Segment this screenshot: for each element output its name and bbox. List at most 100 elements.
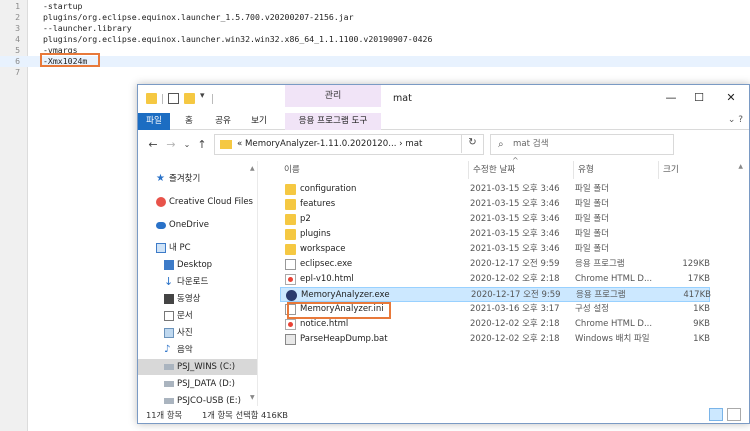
editor-line[interactable]: 3 --launcher.library: [0, 23, 750, 34]
file-list-scrollbar[interactable]: ▲: [725, 161, 747, 406]
tab-home[interactable]: 홈: [178, 113, 200, 130]
nav-item-downloads[interactable]: ↓ 다운로드: [138, 274, 257, 290]
nav-label: 사진: [177, 328, 193, 338]
file-icon: [285, 259, 296, 270]
file-row[interactable]: epl-v10.html 2020-12-02 오후 2:18 Chrome H…: [280, 272, 710, 287]
nav-item-pictures[interactable]: 사진: [138, 325, 257, 341]
nav-item-onedrive[interactable]: OneDrive: [138, 217, 257, 233]
file-date: 2021-03-15 오후 3:46: [470, 199, 560, 209]
video-icon: [164, 294, 174, 304]
ribbon-tabs: 파일 홈 공유 보기 응용 프로그램 도구 ⌄ ?: [138, 113, 749, 130]
maximize-button[interactable]: ☐: [685, 89, 713, 107]
nav-scrollbar[interactable]: ▲ ▼: [250, 165, 257, 401]
file-name: configuration: [300, 184, 357, 194]
folder-icon: [285, 229, 296, 240]
nav-item-videos[interactable]: 동영상: [138, 291, 257, 307]
nav-label: OneDrive: [169, 220, 209, 230]
minimize-button[interactable]: —: [657, 89, 685, 107]
file-row[interactable]: eclipsec.exe 2020-12-17 오전 9:59 응용 프로그램 …: [280, 257, 710, 272]
nav-label: 내 PC: [169, 243, 191, 253]
editor-line[interactable]: 1 -startup: [0, 1, 750, 12]
file-name: ParseHeapDump.bat: [300, 334, 388, 344]
file-type: Chrome HTML D...: [575, 319, 653, 329]
ini-highlight-box: [287, 302, 391, 319]
music-icon: ♪: [164, 344, 171, 355]
nav-item-favorites[interactable]: ★ 즐겨찾기: [138, 171, 257, 187]
exe-icon: [286, 290, 297, 301]
scroll-up-icon[interactable]: ▲: [738, 163, 743, 170]
editor-line[interactable]: 4 plugins/org.eclipse.equinox.launcher.w…: [0, 34, 750, 45]
line-number: 5: [15, 45, 20, 55]
column-size[interactable]: 크기: [658, 161, 679, 179]
column-date[interactable]: 수정한 날짜: [468, 161, 515, 179]
drive-icon: [164, 364, 174, 370]
file-name: plugins: [300, 229, 331, 239]
file-date: 2020-12-17 오전 9:59: [470, 259, 560, 269]
search-icon: ⌕: [498, 139, 504, 150]
tab-view[interactable]: 보기: [246, 113, 272, 130]
nav-item-this-pc[interactable]: 내 PC: [138, 240, 257, 256]
desktop-icon: [164, 260, 174, 270]
line-text: -startup: [43, 1, 83, 11]
nav-item-documents[interactable]: 문서: [138, 308, 257, 324]
details-view-button[interactable]: [709, 408, 723, 421]
file-row[interactable]: workspace 2021-03-15 오후 3:46 파일 폴더: [280, 242, 710, 257]
file-type: Windows 배치 파일: [575, 334, 650, 344]
close-button[interactable]: ✕: [717, 89, 745, 107]
large-icons-view-button[interactable]: [727, 408, 741, 421]
editor-line[interactable]: 5 -vmargs: [0, 45, 750, 56]
up-button[interactable]: ↑: [195, 137, 209, 153]
nav-item-desktop[interactable]: Desktop: [138, 257, 257, 273]
window-title: mat: [393, 93, 412, 104]
file-name: notice.html: [300, 319, 349, 329]
file-name: workspace: [300, 244, 346, 254]
scroll-down-icon[interactable]: ▼: [250, 394, 255, 401]
editor-line[interactable]: 2 plugins/org.eclipse.equinox.launcher_1…: [0, 12, 750, 23]
new-folder-icon[interactable]: [184, 93, 195, 104]
help-icon[interactable]: ⌄ ?: [728, 115, 743, 125]
tab-app-tools[interactable]: 응용 프로그램 도구: [285, 113, 381, 130]
file-row[interactable]: features 2021-03-15 오후 3:46 파일 폴더: [280, 197, 710, 212]
nav-item-drive-c[interactable]: PSJ_WINS (C:): [138, 359, 257, 375]
properties-icon[interactable]: [168, 93, 179, 104]
editor-line[interactable]: 7: [0, 67, 750, 78]
column-type[interactable]: 유형: [573, 161, 594, 179]
nav-item-drive-d[interactable]: PSJ_DATA (D:): [138, 376, 257, 392]
recent-dropdown-button[interactable]: ⌄: [180, 137, 194, 153]
file-date: 2021-03-15 오후 3:46: [470, 184, 560, 194]
tab-file[interactable]: 파일: [138, 113, 170, 130]
file-row-selected[interactable]: MemoryAnalyzer.exe 2020-12-17 오전 9:59 응용…: [280, 287, 711, 302]
file-type: 파일 폴더: [575, 184, 609, 194]
chevron-down-icon[interactable]: ▾: [200, 91, 205, 101]
context-tab-manage[interactable]: 관리: [285, 85, 381, 107]
file-row[interactable]: notice.html 2020-12-02 오후 2:18 Chrome HT…: [280, 317, 710, 332]
file-name: MemoryAnalyzer.exe: [301, 290, 390, 300]
address-bar[interactable]: « MemoryAnalyzer-1.11.0.2020120... › mat: [214, 134, 484, 155]
scroll-up-icon[interactable]: ▲: [250, 165, 255, 172]
nav-item-drive-e[interactable]: PSJCO-USB (E:): [138, 393, 257, 406]
file-size: 417KB: [683, 290, 711, 300]
nav-item-creative-cloud[interactable]: Creative Cloud Files: [138, 194, 257, 210]
file-row[interactable]: ParseHeapDump.bat 2020-12-02 오후 2:18 Win…: [280, 332, 710, 347]
file-row[interactable]: configuration 2021-03-15 오후 3:46 파일 폴더: [280, 182, 710, 197]
file-date: 2021-03-16 오후 3:17: [470, 304, 560, 314]
back-button[interactable]: ←: [146, 137, 160, 153]
tab-share[interactable]: 공유: [210, 113, 236, 130]
editor-line-current[interactable]: 6 -Xmx1024m: [0, 56, 750, 67]
xmx-highlight-box: [40, 53, 100, 67]
file-explorer-window: ▾ 관리 mat — ☐ ✕ 파일 홈 공유 보기 응용 프로그램 도구 ⌄ ?…: [137, 84, 750, 424]
folder-icon: [285, 214, 296, 225]
line-number: 7: [15, 67, 20, 77]
file-row[interactable]: plugins 2021-03-15 오후 3:46 파일 폴더: [280, 227, 710, 242]
folder-icon: [146, 93, 157, 104]
column-name[interactable]: 이름: [280, 161, 300, 179]
file-type: Chrome HTML D...: [575, 274, 653, 284]
forward-button[interactable]: →: [164, 137, 178, 153]
refresh-button[interactable]: ↻: [461, 134, 483, 153]
toolbar-divider: [212, 94, 213, 104]
line-number: 3: [15, 23, 20, 33]
file-name: p2: [300, 214, 311, 224]
nav-label: PSJCO-USB (E:): [177, 396, 241, 406]
file-row[interactable]: p2 2021-03-15 오후 3:46 파일 폴더: [280, 212, 710, 227]
nav-item-music[interactable]: ♪ 음악: [138, 342, 257, 358]
